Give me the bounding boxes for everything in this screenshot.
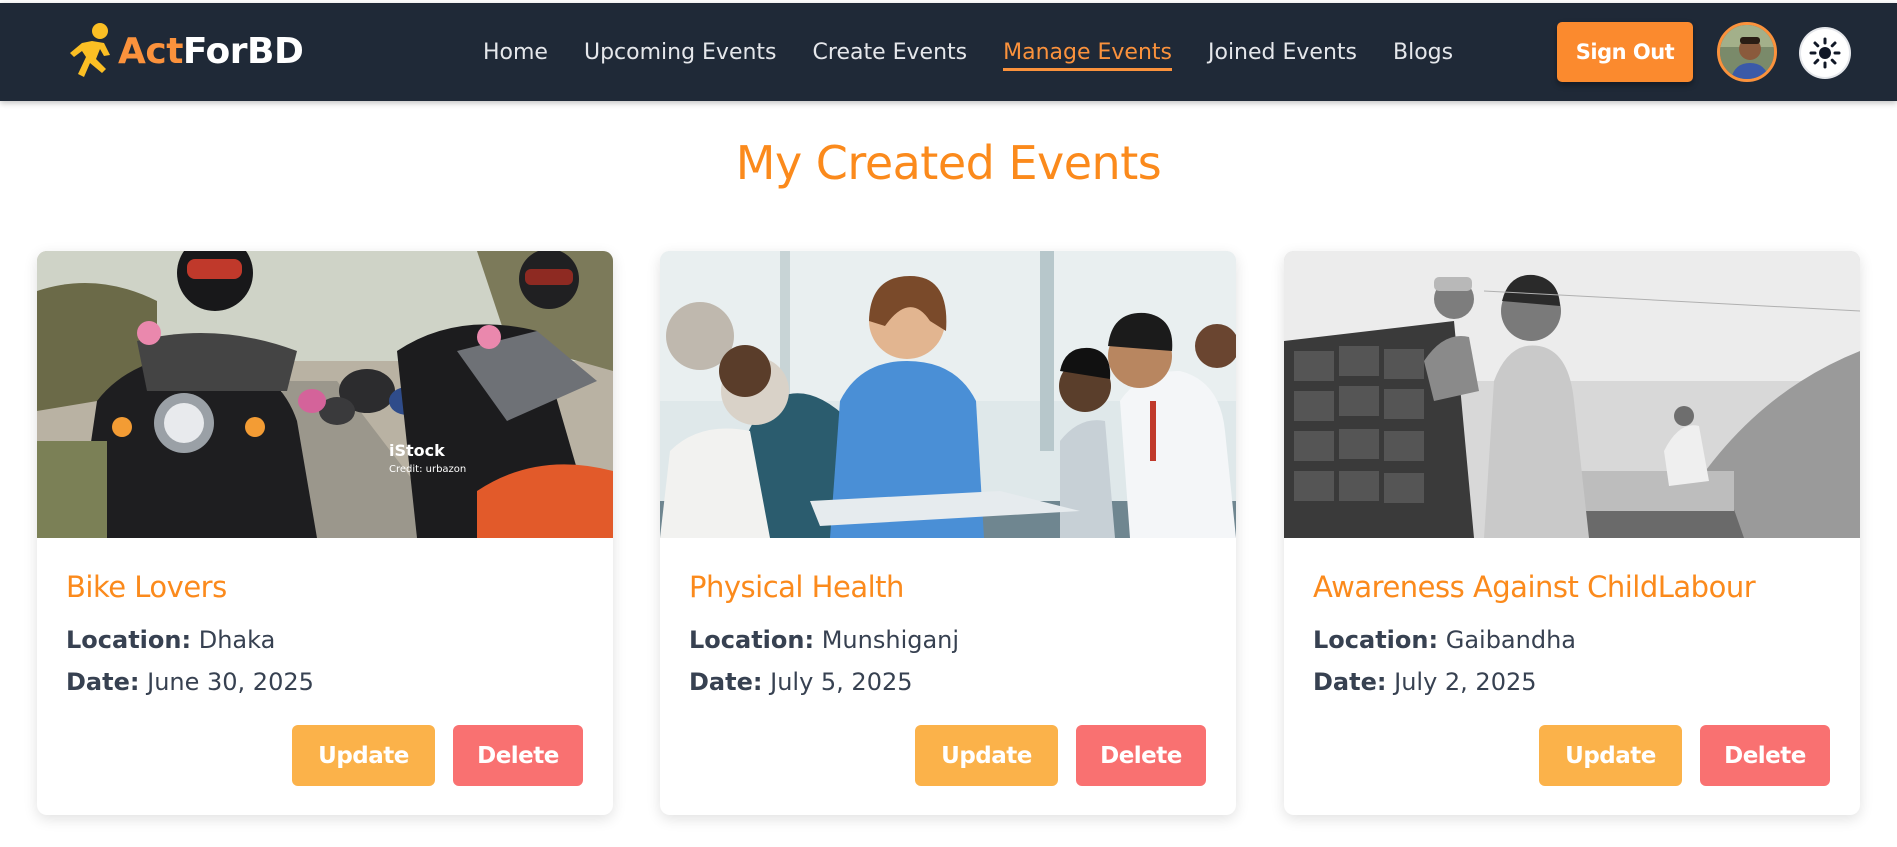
running-person-icon [70, 23, 110, 77]
nav-create-events[interactable]: Create Events [813, 40, 968, 65]
event-image: iStock Credit: urbazon [37, 251, 613, 538]
event-card: Awareness Against ChildLabour Location: … [1284, 251, 1860, 815]
event-location: Location: Gaibandha [1313, 626, 1576, 654]
nav-home[interactable]: Home [483, 40, 548, 65]
theme-toggle-button[interactable] [1801, 29, 1849, 77]
image-watermark: iStock [389, 441, 445, 460]
event-title: Physical Health [689, 570, 904, 604]
nav-manage-events[interactable]: Manage Events [1003, 40, 1172, 71]
nav-links: Home Upcoming Events Create Events Manag… [483, 3, 1489, 101]
update-button[interactable]: Update [915, 725, 1058, 786]
nav-joined-events[interactable]: Joined Events [1208, 40, 1357, 65]
delete-button[interactable]: Delete [453, 725, 583, 786]
delete-button[interactable]: Delete [1700, 725, 1830, 786]
update-button[interactable]: Update [1539, 725, 1682, 786]
event-title: Awareness Against ChildLabour [1313, 570, 1756, 604]
brand-name: ActForBD [118, 30, 304, 72]
brand-logo[interactable]: ActForBD [66, 21, 304, 81]
event-card: iStock Credit: urbazon Bike Lovers Locat… [37, 251, 613, 815]
event-location: Location: Dhaka [66, 626, 276, 654]
nav-blogs[interactable]: Blogs [1393, 40, 1453, 65]
update-button[interactable]: Update [292, 725, 435, 786]
delete-button[interactable]: Delete [1076, 725, 1206, 786]
page-title: My Created Events [735, 136, 1162, 190]
event-card: Physical Health Location: Munshiganj Dat… [660, 251, 1236, 815]
event-location: Location: Munshiganj [689, 626, 960, 654]
event-title: Bike Lovers [66, 570, 227, 604]
navbar: ActForBD Home Upcoming Events Create Eve… [0, 3, 1897, 101]
event-image [660, 251, 1236, 538]
image-credit: Credit: urbazon [389, 464, 466, 475]
event-image [1284, 251, 1860, 538]
avatar[interactable] [1717, 22, 1777, 82]
nav-upcoming-events[interactable]: Upcoming Events [584, 40, 777, 65]
event-date: Date: July 2, 2025 [1313, 668, 1537, 696]
sign-out-button[interactable]: Sign Out [1557, 22, 1693, 82]
sun-icon [1809, 37, 1841, 69]
event-date: Date: June 30, 2025 [66, 668, 314, 696]
user-avatar-icon [1720, 25, 1774, 79]
event-date: Date: July 5, 2025 [689, 668, 913, 696]
